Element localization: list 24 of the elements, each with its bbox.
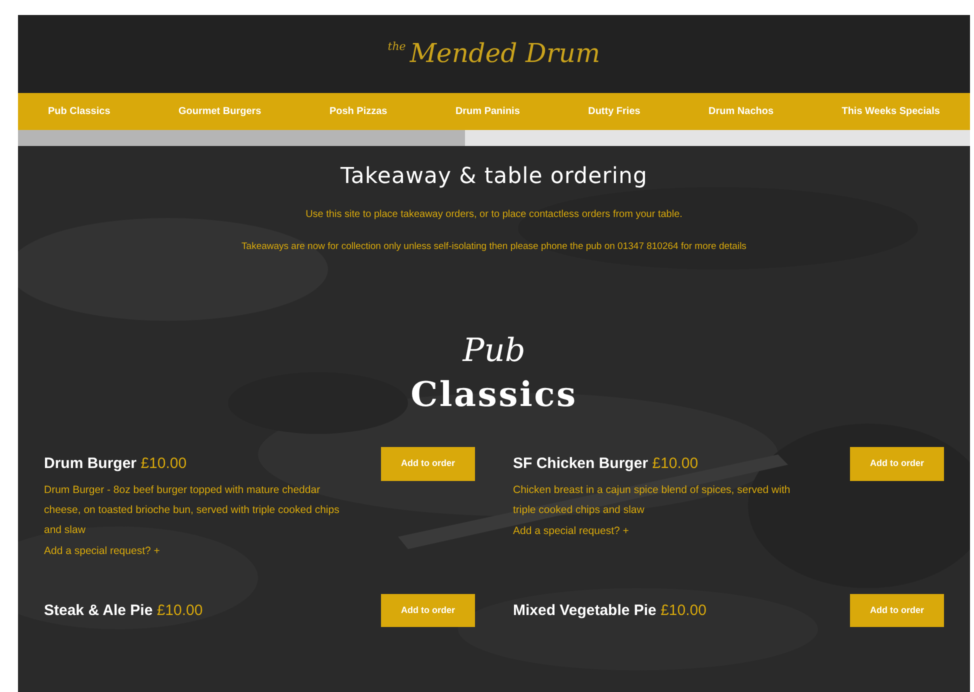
page-title: Takeaway & table ordering: [340, 163, 648, 191]
item-title: Steak & Ale Pie £10.00: [44, 600, 204, 620]
special-request-link[interactable]: Add a special request? +: [44, 544, 344, 560]
add-to-order-button[interactable]: Add to order: [850, 594, 944, 627]
special-request-link[interactable]: Add a special request? +: [513, 524, 813, 540]
item-description: Drum Burger - 8oz beef burger topped with mature cheddar cheese, on toasted brioche bun, served with triple cooked chips and slaw: [44, 482, 340, 538]
section-title: Classics: [410, 374, 578, 418]
add-to-order-button[interactable]: Add to order: [381, 447, 475, 481]
nav-link[interactable]: This Weeks Specials: [842, 104, 940, 119]
item-title: Drum Burger £10.00: [44, 454, 188, 474]
section-subtitle: Pub: [462, 330, 526, 372]
nav-link[interactable]: Pub Classics: [48, 104, 110, 119]
item-title: Mixed Vegetable Pie £10.00: [513, 600, 708, 620]
nav-link[interactable]: Dutty Fries: [588, 104, 640, 119]
nav-link[interactable]: Gourmet Burgers: [178, 104, 262, 119]
add-to-order-button[interactable]: Add to order: [850, 447, 944, 481]
nav-link[interactable]: Posh Pizzas: [329, 104, 388, 119]
intro-text: Use this site to place takeaway orders, or to place contactless orders from your table.: [306, 208, 682, 222]
notice-text: Takeaways are now for collection only unless self-isolating then please phone the pub on 01347 810264 for more details: [242, 240, 746, 254]
add-to-order-button[interactable]: Add to order: [381, 594, 475, 627]
nav-link[interactable]: Drum Nachos: [708, 104, 774, 119]
nav-link[interactable]: Drum Paninis: [455, 104, 520, 119]
item-title: SF Chicken Burger £10.00: [513, 454, 700, 474]
item-description: Chicken breast in a cajun spice blend of spices, served with triple cooked chips and slaw: [513, 482, 792, 518]
